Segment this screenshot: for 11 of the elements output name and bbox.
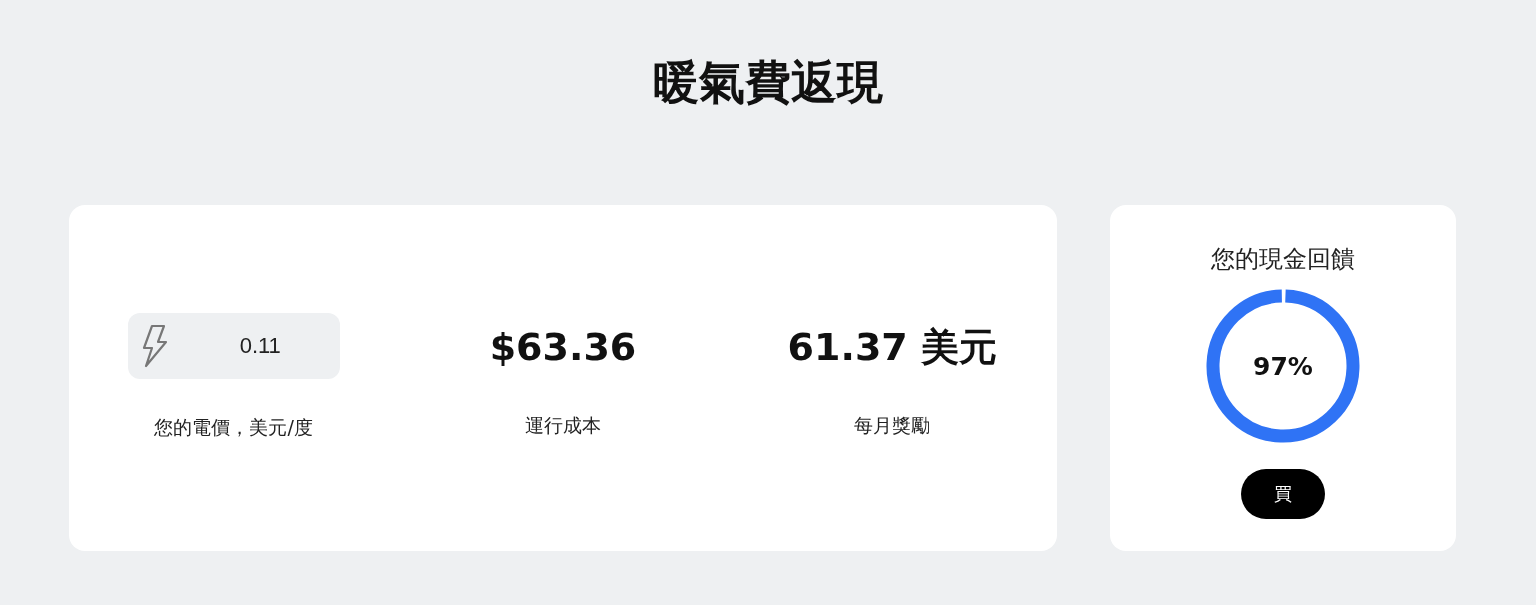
percent-reading: 97%	[1253, 351, 1313, 381]
buy-button[interactable]: 買	[1241, 469, 1325, 519]
stat-value: 61.37 美元	[787, 324, 998, 371]
stat-label: 每月獎勵	[854, 413, 931, 438]
page-title: 暖氣費返現	[653, 54, 883, 111]
stat-label: 運行成本	[525, 413, 601, 438]
field-label: 您的電價，美元/度	[154, 415, 313, 440]
stat-value: $63.36	[489, 324, 637, 371]
rate-input[interactable]: 0.11	[127, 313, 340, 379]
card-title: 您的現金回饋	[1211, 244, 1355, 275]
lightning-icon	[141, 324, 168, 368]
